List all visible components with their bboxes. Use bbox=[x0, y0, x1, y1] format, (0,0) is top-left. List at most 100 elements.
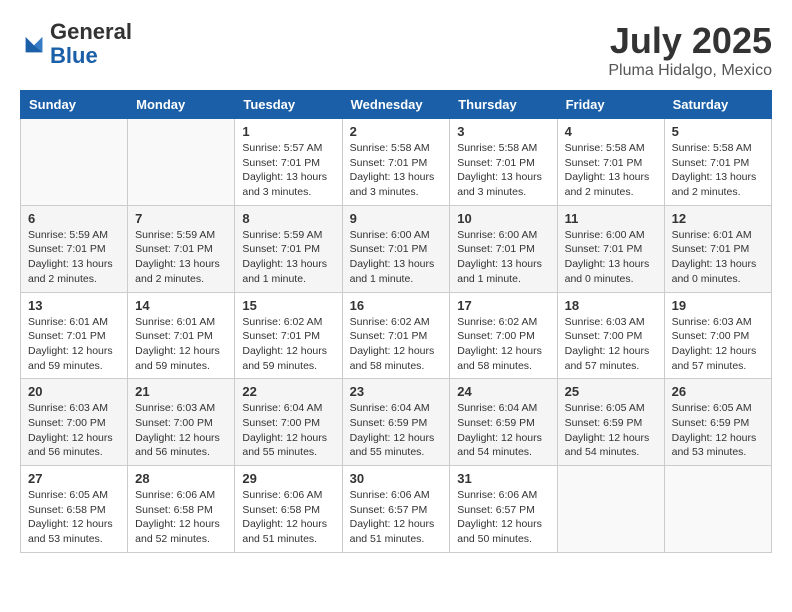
day-number: 7 bbox=[135, 211, 227, 226]
weekday-header-wednesday: Wednesday bbox=[342, 91, 450, 119]
day-info: Sunrise: 6:06 AMSunset: 6:57 PMDaylight:… bbox=[457, 488, 549, 547]
calendar-day-cell: 28 Sunrise: 6:06 AMSunset: 6:58 PMDayligh… bbox=[128, 466, 235, 553]
day-info: Sunrise: 5:57 AMSunset: 7:01 PMDaylight:… bbox=[242, 141, 334, 200]
day-number: 15 bbox=[242, 298, 334, 313]
day-info: Sunrise: 6:05 AMSunset: 6:58 PMDaylight:… bbox=[28, 488, 120, 547]
day-number: 11 bbox=[565, 211, 657, 226]
day-info: Sunrise: 6:06 AMSunset: 6:58 PMDaylight:… bbox=[135, 488, 227, 547]
calendar-day-cell bbox=[557, 466, 664, 553]
day-number: 20 bbox=[28, 384, 120, 399]
calendar-day-cell: 6 Sunrise: 5:59 AMSunset: 7:01 PMDaylight… bbox=[21, 205, 128, 292]
day-number: 2 bbox=[350, 124, 443, 139]
calendar-week-row: 6 Sunrise: 5:59 AMSunset: 7:01 PMDaylight… bbox=[21, 205, 772, 292]
calendar-day-cell: 13Sunrise: 6:01 AMSunset: 7:01 PMDayligh… bbox=[21, 292, 128, 379]
day-info: Sunrise: 6:02 AMSunset: 7:01 PMDaylight:… bbox=[350, 315, 443, 374]
calendar-day-cell: 1Sunrise: 5:57 AMSunset: 7:01 PMDaylight… bbox=[235, 119, 342, 206]
day-number: 31 bbox=[457, 471, 549, 486]
day-info: Sunrise: 6:01 AMSunset: 7:01 PMDaylight:… bbox=[28, 315, 120, 374]
calendar-day-cell: 31 Sunrise: 6:06 AMSunset: 6:57 PMDayligh… bbox=[450, 466, 557, 553]
weekday-header-saturday: Saturday bbox=[664, 91, 771, 119]
calendar-day-cell bbox=[128, 119, 235, 206]
day-number: 12 bbox=[672, 211, 764, 226]
day-info: Sunrise: 6:03 AMSunset: 7:00 PMDaylight:… bbox=[672, 315, 764, 374]
day-info: Sunrise: 6:04 AMSunset: 6:59 PMDaylight:… bbox=[457, 401, 549, 460]
calendar-day-cell: 4 Sunrise: 5:58 AMSunset: 7:01 PMDaylight… bbox=[557, 119, 664, 206]
logo-general-text: General bbox=[50, 19, 132, 44]
day-info: Sunrise: 6:03 AMSunset: 7:00 PMDaylight:… bbox=[28, 401, 120, 460]
day-number: 6 bbox=[28, 211, 120, 226]
day-info: Sunrise: 6:06 AMSunset: 6:58 PMDaylight:… bbox=[242, 488, 334, 547]
day-number: 4 bbox=[565, 124, 657, 139]
calendar-day-cell: 12Sunrise: 6:01 AMSunset: 7:01 PMDayligh… bbox=[664, 205, 771, 292]
calendar-week-row: 1Sunrise: 5:57 AMSunset: 7:01 PMDaylight… bbox=[21, 119, 772, 206]
day-number: 24 bbox=[457, 384, 549, 399]
day-number: 5 bbox=[672, 124, 764, 139]
day-info: Sunrise: 6:00 AMSunset: 7:01 PMDaylight:… bbox=[565, 228, 657, 287]
day-number: 23 bbox=[350, 384, 443, 399]
day-info: Sunrise: 6:05 AMSunset: 6:59 PMDaylight:… bbox=[672, 401, 764, 460]
calendar-day-cell: 7 Sunrise: 5:59 AMSunset: 7:01 PMDaylight… bbox=[128, 205, 235, 292]
calendar-day-cell: 20 Sunrise: 6:03 AMSunset: 7:00 PMDayligh… bbox=[21, 379, 128, 466]
calendar-day-cell: 14 Sunrise: 6:01 AMSunset: 7:01 PMDayligh… bbox=[128, 292, 235, 379]
calendar-week-row: 27Sunrise: 6:05 AMSunset: 6:58 PMDayligh… bbox=[21, 466, 772, 553]
day-info: Sunrise: 6:03 AMSunset: 7:00 PMDaylight:… bbox=[565, 315, 657, 374]
month-title: July 2025 bbox=[608, 20, 772, 62]
day-info: Sunrise: 6:00 AMSunset: 7:01 PMDaylight:… bbox=[350, 228, 443, 287]
day-info: Sunrise: 5:59 AMSunset: 7:01 PMDaylight:… bbox=[28, 228, 120, 287]
calendar-day-cell: 11 Sunrise: 6:00 AMSunset: 7:01 PMDayligh… bbox=[557, 205, 664, 292]
day-number: 18 bbox=[565, 298, 657, 313]
day-number: 9 bbox=[350, 211, 443, 226]
calendar-day-cell: 8Sunrise: 5:59 AMSunset: 7:01 PMDaylight… bbox=[235, 205, 342, 292]
calendar-day-cell: 5 Sunrise: 5:58 AMSunset: 7:01 PMDaylight… bbox=[664, 119, 771, 206]
calendar-day-cell bbox=[664, 466, 771, 553]
calendar-day-cell: 10Sunrise: 6:00 AMSunset: 7:01 PMDayligh… bbox=[450, 205, 557, 292]
day-info: Sunrise: 6:01 AMSunset: 7:01 PMDaylight:… bbox=[135, 315, 227, 374]
day-number: 19 bbox=[672, 298, 764, 313]
day-number: 25 bbox=[565, 384, 657, 399]
day-info: Sunrise: 5:58 AMSunset: 7:01 PMDaylight:… bbox=[565, 141, 657, 200]
day-number: 28 bbox=[135, 471, 227, 486]
weekday-header-sunday: Sunday bbox=[21, 91, 128, 119]
day-info: Sunrise: 6:04 AMSunset: 7:00 PMDaylight:… bbox=[242, 401, 334, 460]
day-number: 3 bbox=[457, 124, 549, 139]
title-block: July 2025 Pluma Hidalgo, Mexico bbox=[608, 20, 772, 80]
day-info: Sunrise: 5:58 AMSunset: 7:01 PMDaylight:… bbox=[350, 141, 443, 200]
day-info: Sunrise: 6:00 AMSunset: 7:01 PMDaylight:… bbox=[457, 228, 549, 287]
calendar-week-row: 20 Sunrise: 6:03 AMSunset: 7:00 PMDayligh… bbox=[21, 379, 772, 466]
day-number: 22 bbox=[242, 384, 334, 399]
calendar-week-row: 13Sunrise: 6:01 AMSunset: 7:01 PMDayligh… bbox=[21, 292, 772, 379]
logo: General Blue bbox=[20, 20, 132, 68]
day-number: 8 bbox=[242, 211, 334, 226]
calendar-day-cell: 18 Sunrise: 6:03 AMSunset: 7:00 PMDayligh… bbox=[557, 292, 664, 379]
calendar-day-cell: 26 Sunrise: 6:05 AMSunset: 6:59 PMDayligh… bbox=[664, 379, 771, 466]
calendar-table: SundayMondayTuesdayWednesdayThursdayFrid… bbox=[20, 90, 772, 553]
calendar-day-cell: 19 Sunrise: 6:03 AMSunset: 7:00 PMDayligh… bbox=[664, 292, 771, 379]
day-number: 17 bbox=[457, 298, 549, 313]
location: Pluma Hidalgo, Mexico bbox=[608, 62, 772, 80]
calendar-day-cell: 30Sunrise: 6:06 AMSunset: 6:57 PMDayligh… bbox=[342, 466, 450, 553]
calendar-day-cell: 2 Sunrise: 5:58 AMSunset: 7:01 PMDaylight… bbox=[342, 119, 450, 206]
page-header: General Blue July 2025 Pluma Hidalgo, Me… bbox=[20, 20, 772, 80]
calendar-day-cell: 16 Sunrise: 6:02 AMSunset: 7:01 PMDayligh… bbox=[342, 292, 450, 379]
day-info: Sunrise: 5:58 AMSunset: 7:01 PMDaylight:… bbox=[672, 141, 764, 200]
weekday-header-tuesday: Tuesday bbox=[235, 91, 342, 119]
calendar-day-cell: 24 Sunrise: 6:04 AMSunset: 6:59 PMDayligh… bbox=[450, 379, 557, 466]
day-info: Sunrise: 6:05 AMSunset: 6:59 PMDaylight:… bbox=[565, 401, 657, 460]
calendar-day-cell: 25 Sunrise: 6:05 AMSunset: 6:59 PMDayligh… bbox=[557, 379, 664, 466]
day-info: Sunrise: 6:02 AMSunset: 7:00 PMDaylight:… bbox=[457, 315, 549, 374]
logo-icon bbox=[20, 30, 48, 58]
weekday-header-thursday: Thursday bbox=[450, 91, 557, 119]
day-info: Sunrise: 5:58 AMSunset: 7:01 PMDaylight:… bbox=[457, 141, 549, 200]
day-info: Sunrise: 6:06 AMSunset: 6:57 PMDaylight:… bbox=[350, 488, 443, 547]
weekday-header-friday: Friday bbox=[557, 91, 664, 119]
calendar-day-cell: 15Sunrise: 6:02 AMSunset: 7:01 PMDayligh… bbox=[235, 292, 342, 379]
day-info: Sunrise: 5:59 AMSunset: 7:01 PMDaylight:… bbox=[135, 228, 227, 287]
calendar-day-cell: 3 Sunrise: 5:58 AMSunset: 7:01 PMDaylight… bbox=[450, 119, 557, 206]
day-number: 16 bbox=[350, 298, 443, 313]
day-number: 14 bbox=[135, 298, 227, 313]
calendar-day-cell bbox=[21, 119, 128, 206]
calendar-day-cell: 22 Sunrise: 6:04 AMSunset: 7:00 PMDayligh… bbox=[235, 379, 342, 466]
day-info: Sunrise: 6:04 AMSunset: 6:59 PMDaylight:… bbox=[350, 401, 443, 460]
day-info: Sunrise: 6:03 AMSunset: 7:00 PMDaylight:… bbox=[135, 401, 227, 460]
day-number: 26 bbox=[672, 384, 764, 399]
